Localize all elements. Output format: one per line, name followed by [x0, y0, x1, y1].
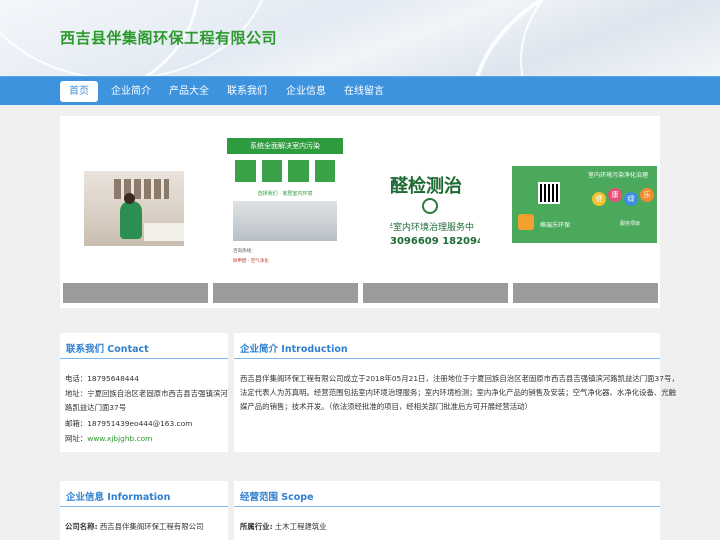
- divider: [60, 358, 228, 359]
- poster4-note: 服务项目: [620, 221, 641, 227]
- intro-line-2: 法定代表人为苏真明。经营范围包括室内环境治理服务；室内环境检测；室内净化产品的销…: [240, 388, 677, 397]
- address-label: 地址：: [65, 389, 88, 398]
- contact-phone-row: 电话：18795648444: [65, 372, 139, 386]
- worker-figure: [120, 201, 142, 239]
- icon-tile: [261, 160, 282, 182]
- poster-header: 系统全面解决室内污染: [227, 138, 343, 154]
- banner-big-text: 醛检测治: [390, 176, 462, 197]
- poster-icons: [235, 160, 335, 182]
- icon-tile: [235, 160, 256, 182]
- poster4-brand: 格瑞乐环保: [540, 222, 571, 229]
- qr-code: [538, 182, 560, 204]
- web-label: 网址：: [65, 434, 88, 443]
- icon-tile: [314, 160, 335, 182]
- phone-label: 电话：: [65, 374, 88, 383]
- poster-subtext: 选择我们 · 家居室内环境: [257, 191, 313, 197]
- address-line-2: 路凯益达门面37号: [65, 403, 127, 412]
- nav-about[interactable]: 企业简介: [102, 81, 160, 102]
- intro-title: 企业简介 Introduction: [240, 344, 348, 355]
- intro-line-1: 西吉县伴集阁环保工程有限公司成立于2018年05月21日，注册地位于宁夏回族自治…: [240, 374, 679, 383]
- slide-banner-3[interactable]: 醛检测治 伴室内环境治理服务中 3096609 1820943: [390, 164, 480, 254]
- company-info-panel: 企业信息 Information 公司名称: 西吉县伴集阁环保工程有限公司: [60, 481, 228, 540]
- web-link[interactable]: www.xjbjghb.com: [87, 434, 152, 443]
- intro-line-3: 媒产品的销售；技术开发。（依法须经批准的项目，经相关部门批准后方可开展经营活动）: [240, 402, 532, 411]
- contact-title: 联系我们 Contact: [66, 344, 149, 355]
- slide-poster-2[interactable]: 系统全面解决室内污染 选择我们 · 家居室内环境 咨询热线： 除甲醛 · 空气净…: [227, 138, 343, 278]
- contact-panel-header: 联系我们 Contact: [60, 333, 228, 361]
- slide-caption-bar-3[interactable]: [363, 283, 508, 303]
- poster-room-photo: [233, 201, 337, 241]
- poster-footer-2: 除甲醛 · 空气净化: [233, 259, 269, 264]
- sofa: [144, 223, 184, 241]
- brand-badge: [518, 214, 534, 230]
- slide-caption-bar-1[interactable]: [63, 283, 208, 303]
- scope-panel: 经营范围 Scope 所属行业: 土木工程建筑业: [234, 481, 660, 540]
- worker-head: [124, 193, 135, 204]
- industry-value: 土木工程建筑业: [274, 522, 327, 531]
- icon-tile: [288, 160, 309, 182]
- industry-row: 所属行业: 土木工程建筑业: [240, 520, 327, 534]
- divider: [234, 506, 660, 507]
- nav-home[interactable]: 首页: [60, 81, 98, 102]
- company-info-panel-header: 企业信息 Information: [60, 481, 228, 509]
- site-header: 西吉县伴集阁环保工程有限公司: [0, 0, 720, 76]
- contact-email-row: 邮箱：187951439eo444@163.com: [65, 417, 192, 431]
- nav-contact[interactable]: 联系我们: [218, 81, 276, 102]
- email-label: 邮箱：: [65, 419, 88, 428]
- industry-label: 所属行业:: [240, 522, 273, 531]
- banner-logo-icon: [422, 198, 438, 214]
- company-name-value: 西吉县伴集阁环保工程有限公司: [99, 522, 204, 531]
- phone-value: 18795648444: [87, 374, 139, 383]
- intro-text: 西吉县伴集阁环保工程有限公司成立于2018年05月21日，注册地位于宁夏回族自治…: [240, 372, 679, 414]
- company-name-row: 公司名称: 西吉县伴集阁环保工程有限公司: [65, 520, 203, 534]
- address-line-1: 宁夏回族自治区老固原市西吉县吉强镇滨河: [87, 389, 228, 398]
- site-title[interactable]: 西吉县伴集阁环保工程有限公司: [60, 27, 277, 48]
- contact-panel: 联系我们 Contact 电话：18795648444 地址：宁夏回族自治区老固…: [60, 333, 228, 452]
- contact-web-row: 网址：www.xjbjghb.com: [65, 432, 152, 446]
- slide-caption-bar-4[interactable]: [513, 283, 658, 303]
- intro-panel: 企业简介 Introduction 西吉县伴集阁环保工程有限公司成立于2018年…: [234, 333, 679, 452]
- image-slider: 系统全面解决室内污染 选择我们 · 家居室内环境 咨询热线： 除甲醛 · 空气净…: [60, 116, 660, 308]
- slide-photo-1[interactable]: [84, 171, 184, 246]
- scope-title: 经营范围 Scope: [240, 492, 314, 503]
- wall-frames: [114, 179, 169, 199]
- contact-address-row: 地址：宁夏回族自治区老固原市西吉县吉强镇滨河 路凯益达门面37号: [65, 387, 228, 415]
- company-info-title: 企业信息 Information: [66, 492, 171, 503]
- email-value[interactable]: 187951439eo444@163.com: [87, 419, 192, 428]
- banner-mid-text: 伴室内环境治理服务中: [390, 223, 475, 233]
- bubble-2: 康: [608, 188, 622, 202]
- poster4-title: 室内环境污染净化治理: [588, 172, 649, 179]
- nav-company-info[interactable]: 企业信息: [277, 81, 335, 102]
- nav-products[interactable]: 产品大全: [160, 81, 218, 102]
- bubble-4: 乐: [640, 188, 654, 202]
- slide-poster-4[interactable]: 室内环境污染净化治理 健 康 绿 乐 格瑞乐环保 服务项目: [512, 166, 657, 243]
- slide-caption-bar-2[interactable]: [213, 283, 358, 303]
- company-name-label: 公司名称:: [65, 522, 98, 531]
- bubble-3: 绿: [624, 192, 638, 206]
- header-decoration: [520, 0, 720, 76]
- divider: [60, 506, 228, 507]
- bubble-1: 健: [592, 192, 606, 206]
- divider: [234, 358, 660, 359]
- nav-message[interactable]: 在线留言: [335, 81, 393, 102]
- scope-panel-header: 经营范围 Scope: [234, 481, 660, 509]
- banner-phones: 3096609 1820943: [390, 236, 480, 247]
- intro-panel-header: 企业简介 Introduction: [234, 333, 660, 361]
- poster-footer-1: 咨询热线：: [233, 249, 256, 254]
- main-nav: 首页 企业简介 产品大全 联系我们 企业信息 在线留言: [0, 76, 720, 105]
